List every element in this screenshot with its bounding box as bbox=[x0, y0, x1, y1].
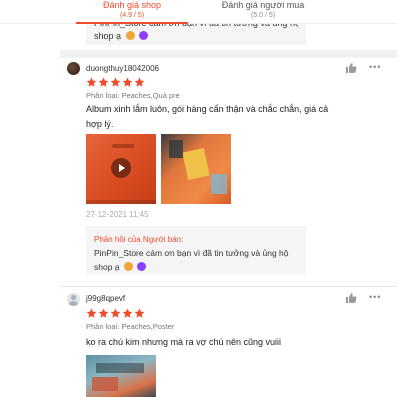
review-actions: ••• bbox=[345, 292, 397, 304]
star-icon bbox=[134, 308, 145, 318]
star-icon bbox=[86, 77, 97, 87]
seller-reply-title: Phản hồi của Người bán: bbox=[94, 235, 184, 244]
tab-buyer-score: (5.0 / 5) bbox=[250, 12, 276, 19]
tab-shop-reviews[interactable]: Đánh giá shop (4.9 / 5) bbox=[80, 0, 184, 20]
thumbs-up-icon[interactable] bbox=[345, 62, 357, 74]
image-detail bbox=[182, 148, 210, 180]
play-button[interactable] bbox=[111, 158, 131, 178]
smiling-face-emoji-icon bbox=[125, 31, 135, 40]
star-icon bbox=[122, 77, 133, 87]
star-icon bbox=[122, 308, 133, 318]
review-divider bbox=[60, 50, 397, 58]
review-video-thumbnail[interactable] bbox=[86, 134, 156, 204]
star-icon bbox=[134, 77, 145, 87]
default-avatar-head bbox=[71, 295, 76, 300]
review-text: Album xinh lắm luôn, gói hàng cẩn thận v… bbox=[86, 104, 329, 129]
avatar[interactable] bbox=[67, 62, 80, 75]
image-detail bbox=[92, 377, 118, 391]
image-detail bbox=[96, 363, 144, 373]
image-detail bbox=[169, 140, 183, 158]
seller-reply: Phản hồi của Người bán: PinPin_Store cảm… bbox=[86, 226, 306, 274]
review-separator bbox=[60, 286, 397, 287]
seller-reply-line1: PinPin_Store cảm ơn bạn vì đã tin tưởng … bbox=[94, 248, 289, 258]
purple-heart-emoji-icon bbox=[137, 262, 147, 271]
review-timestamp: 27-12-2021 11:45 bbox=[86, 210, 149, 219]
product-variant: Phân loại: Peaches,Quà pre bbox=[86, 91, 180, 100]
more-options-icon[interactable]: ••• bbox=[369, 292, 381, 302]
thumbs-up-icon[interactable] bbox=[345, 292, 357, 304]
video-duration-bar bbox=[86, 200, 156, 204]
review-card: j99g8qpevf ••• Phân loại: Peaches,Poster… bbox=[60, 289, 397, 397]
default-avatar-body bbox=[69, 301, 78, 306]
seller-reply-line2: shop ạ bbox=[94, 262, 120, 272]
active-tab-indicator bbox=[76, 22, 188, 24]
product-variant: Phân loại: Peaches,Poster bbox=[86, 322, 175, 331]
star-icon bbox=[110, 308, 121, 318]
smiling-face-emoji-icon bbox=[123, 262, 133, 271]
reviewer-username[interactable]: j99g8qpevf bbox=[86, 294, 125, 303]
review-text: ko ra chú kim nhưng mà ra vợ chú nên cũn… bbox=[86, 337, 282, 347]
reviewer-username[interactable]: duongthuy18042006 bbox=[86, 64, 159, 73]
review-image-thumbnail[interactable] bbox=[86, 355, 156, 397]
star-icon bbox=[86, 308, 97, 318]
image-detail bbox=[211, 174, 227, 194]
review-image-thumbnail[interactable] bbox=[161, 134, 231, 204]
review-card: duongthuy18042006 ••• Phân loại: Peaches… bbox=[60, 58, 397, 284]
previous-reply-line2: shop ạ bbox=[94, 31, 122, 41]
seller-reply-line2-wrap: shop ạ bbox=[94, 260, 304, 274]
more-options-icon[interactable]: ••• bbox=[369, 62, 381, 72]
star-icon bbox=[98, 308, 109, 318]
purple-heart-emoji-icon bbox=[139, 31, 149, 40]
review-actions: ••• bbox=[345, 62, 397, 74]
avatar[interactable] bbox=[67, 293, 80, 306]
star-icon bbox=[98, 77, 109, 87]
tab-shop-score: (4.9 / 5) bbox=[119, 12, 145, 19]
tab-buyer-reviews[interactable]: Đánh giá người mua (5.0 / 5) bbox=[206, 0, 320, 20]
play-icon bbox=[119, 164, 125, 172]
review-tabs: Đánh giá shop (4.9 / 5) Đánh giá người m… bbox=[0, 0, 397, 24]
seller-reply-text: PinPin_Store cảm ơn bạn vì đã tin tưởng … bbox=[94, 246, 304, 274]
album-cover-text bbox=[112, 144, 134, 148]
star-icon bbox=[110, 77, 121, 87]
tab-buyer-label: Đánh giá người mua bbox=[221, 0, 305, 10]
tab-shop-label: Đánh giá shop bbox=[102, 0, 162, 10]
